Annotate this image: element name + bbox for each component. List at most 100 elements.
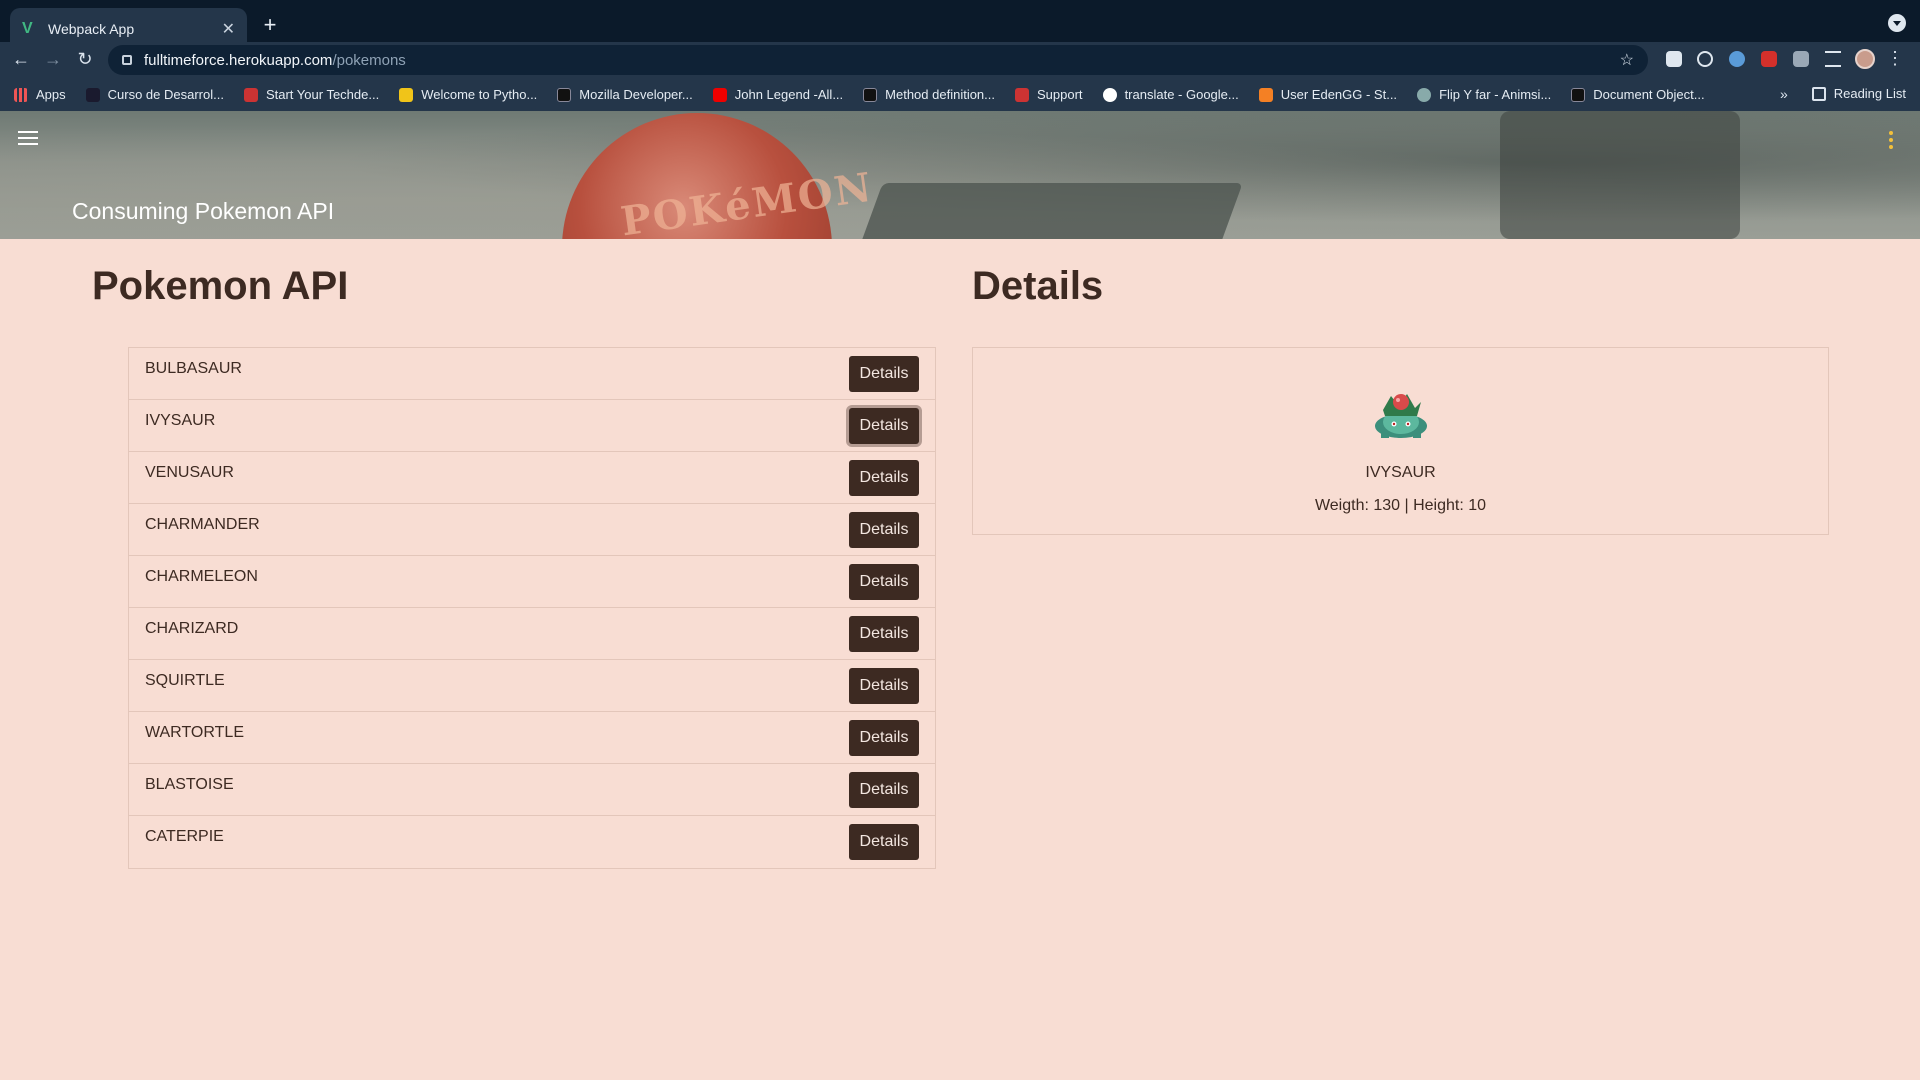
pokemon-name: WARTORTLE: [145, 724, 244, 741]
bookmark-item[interactable]: Curso de Desarrol...: [85, 87, 224, 102]
details-button[interactable]: Details: [849, 460, 919, 496]
extension-compass-icon[interactable]: [1729, 51, 1745, 67]
pokemon-name: CHARMELEON: [145, 568, 258, 585]
extensions-puzzle-icon[interactable]: [1793, 51, 1809, 67]
vue-icon: V: [22, 19, 33, 37]
bookmark-item[interactable]: Apps: [14, 87, 66, 102]
bookmark-label: User EdenGG - St...: [1280, 87, 1398, 102]
tab-title: Webpack App: [48, 20, 135, 37]
new-tab-icon[interactable]: +: [258, 12, 282, 38]
bookmark-favicon: [557, 87, 572, 102]
bookmark-label: Mozilla Developer...: [579, 87, 693, 102]
address-bar[interactable]: fulltimeforce.herokuapp.com/pokemons ☆: [108, 45, 1648, 75]
details-card: IVYSAUR Weigth: 130 | Height: 10: [972, 347, 1829, 535]
extension-icon[interactable]: [1666, 51, 1682, 67]
bookmark-label: Welcome to Pytho...: [421, 87, 538, 102]
tab-search-icon[interactable]: [1888, 14, 1906, 32]
pokemon-row: CHARIZARD Details: [129, 608, 935, 660]
hamburger-menu-icon[interactable]: [18, 131, 38, 149]
header-title: Consuming Pokemon API: [72, 198, 335, 224]
bookmark-favicon: [85, 87, 100, 102]
bookmark-label: Method definition...: [885, 87, 996, 102]
bookmark-favicon: [863, 87, 878, 102]
bookmark-item[interactable]: Support: [1015, 87, 1083, 102]
pokemon-name: IVYSAUR: [145, 412, 216, 429]
details-title: Details: [972, 264, 1104, 308]
more-bookmarks-icon[interactable]: »: [1780, 86, 1788, 102]
stackoverflow-icon: [1258, 87, 1273, 102]
youtube-icon: [712, 87, 727, 102]
reading-list-button[interactable]: Reading List: [1811, 86, 1906, 101]
pokemon-name: CHARIZARD: [145, 620, 239, 637]
pokemon-row: CHARMELEON Details: [129, 556, 935, 608]
details-button[interactable]: Details: [849, 408, 919, 444]
back-icon[interactable]: ←: [10, 49, 32, 70]
bookmark-favicon: [1015, 87, 1030, 102]
pokemon-list: BULBASAUR Details IVYSAUR Details VENUSAUR De…: [128, 347, 936, 869]
reload-icon[interactable]: ↻: [74, 49, 96, 70]
pokemon-row: SQUIRTLE Details: [129, 660, 935, 712]
reading-list-icon: [1811, 86, 1826, 101]
pokemon-name: BLASTOISE: [145, 776, 234, 793]
selected-pokemon-name: IVYSAUR: [1365, 464, 1436, 481]
browser-toolbar: ← → ↻ fulltimeforce.herokuapp.com/pokemo…: [0, 42, 1920, 78]
details-button[interactable]: Details: [849, 512, 919, 548]
pokemon-row: CHARMANDER Details: [129, 504, 935, 556]
python-icon: [399, 87, 414, 102]
bookmark-item[interactable]: Method definition...: [863, 87, 995, 102]
more-vertical-icon[interactable]: [1889, 131, 1893, 152]
bookmark-label: Start Your Techde...: [265, 87, 380, 102]
bookmark-favicon: [243, 87, 258, 102]
bookmark-item[interactable]: Flip Y far - Animsi...: [1417, 87, 1551, 102]
details-button[interactable]: Details: [849, 824, 919, 860]
bookmarks-bar: Apps Curso de Desarrol... Start Your Tec…: [0, 78, 1920, 111]
pokemon-sprite-image: [1375, 394, 1427, 438]
extension-red-icon[interactable]: [1761, 51, 1777, 67]
bookmark-item[interactable]: Welcome to Pytho...: [399, 87, 537, 102]
pokemon-list-title: Pokemon API: [92, 264, 349, 308]
details-button[interactable]: Details: [849, 720, 919, 756]
details-button[interactable]: Details: [849, 772, 919, 808]
bookmark-item[interactable]: Document Object...: [1571, 87, 1705, 102]
browser-menu-icon[interactable]: ⋮: [1886, 48, 1904, 69]
bookmark-star-icon[interactable]: ☆: [1620, 50, 1634, 70]
extension-target-icon[interactable]: [1697, 51, 1713, 67]
close-tab-icon[interactable]: ✕: [222, 19, 235, 39]
lock-icon: [122, 55, 132, 65]
bookmark-label: Support: [1037, 87, 1083, 102]
bookmark-label: Apps: [36, 87, 66, 102]
selected-pokemon-stats: Weigth: 130 | Height: 10: [1314, 497, 1487, 514]
profile-avatar[interactable]: [1855, 49, 1875, 69]
pokemon-row: CATERPIE Details: [129, 816, 935, 868]
globe-icon: [1417, 87, 1432, 102]
bookmark-label: Flip Y far - Animsi...: [1439, 87, 1552, 102]
bookmark-item[interactable]: Mozilla Developer...: [557, 87, 693, 102]
bookmark-item[interactable]: John Legend -All...: [712, 87, 843, 102]
details-button[interactable]: Details: [849, 356, 919, 392]
bookmark-favicon: [1571, 87, 1586, 102]
media-control-icon[interactable]: [1825, 51, 1841, 67]
reading-list-label: Reading List: [1833, 86, 1906, 101]
pokemon-name: VENUSAUR: [145, 464, 234, 481]
bookmark-label: Document Object...: [1593, 87, 1705, 102]
pokemon-name: SQUIRTLE: [145, 672, 225, 689]
pokemon-row: IVYSAUR Details: [129, 400, 935, 452]
pokemon-row: VENUSAUR Details: [129, 452, 935, 504]
bookmark-label: translate - Google...: [1124, 87, 1239, 102]
url-path: /pokemons: [332, 51, 406, 69]
pokemon-row: BULBASAUR Details: [129, 348, 935, 400]
url-host: fulltimeforce.herokuapp.com: [144, 51, 333, 69]
header-background-shape: [1500, 111, 1740, 239]
forward-icon[interactable]: →: [42, 49, 64, 70]
pokemon-name: CHARMANDER: [145, 516, 260, 533]
bookmark-item[interactable]: Start Your Techde...: [243, 87, 380, 102]
pokemon-name: BULBASAUR: [145, 360, 242, 377]
header-background-phone: [857, 183, 1243, 239]
details-button[interactable]: Details: [849, 564, 919, 600]
pokemon-name: CATERPIE: [145, 828, 224, 845]
details-button[interactable]: Details: [849, 616, 919, 652]
bookmark-item[interactable]: translate - Google...: [1102, 87, 1239, 102]
bookmark-item[interactable]: User EdenGG - St...: [1258, 87, 1398, 102]
google-icon: [1102, 87, 1117, 102]
details-button[interactable]: Details: [849, 668, 919, 704]
